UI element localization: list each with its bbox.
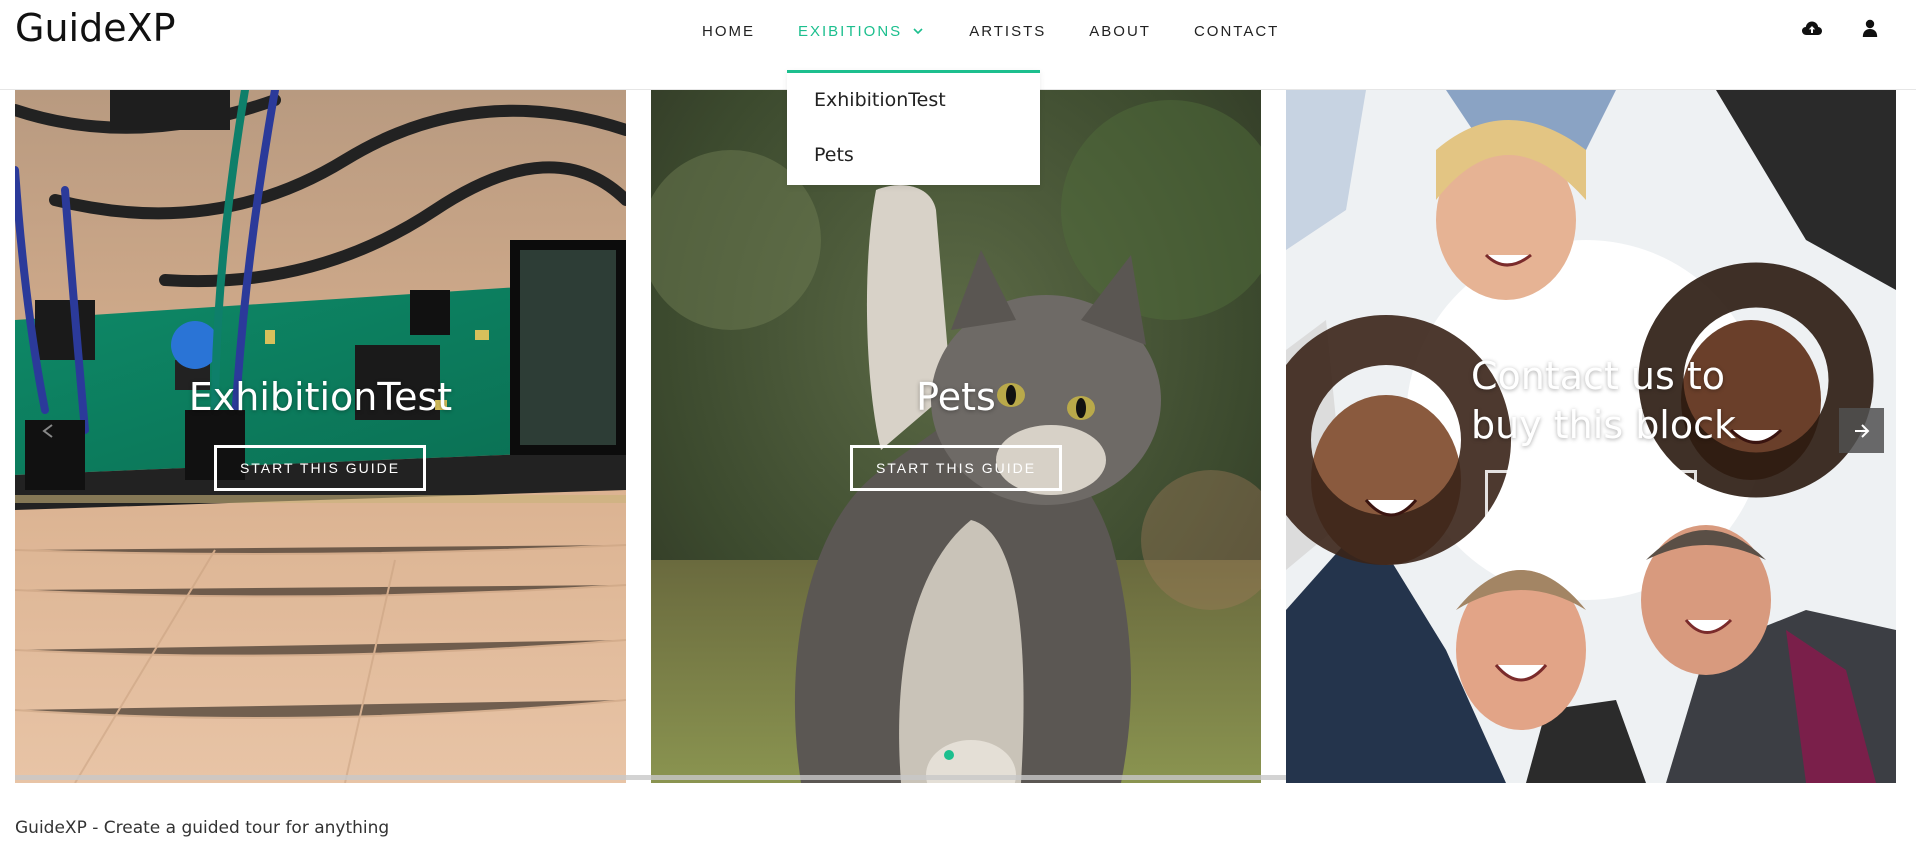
cloud-upload-icon[interactable] <box>1800 16 1824 40</box>
circuit-board-image <box>15 90 626 783</box>
slide-pets[interactable]: Pets START THIS GUIDE <box>651 90 1261 783</box>
start-guide-button[interactable]: START THIS GUIDE <box>1485 470 1697 516</box>
slider-dot-active[interactable] <box>944 750 954 760</box>
slide-title: ExhibitionTest <box>188 375 453 419</box>
dropdown-item-exhibitiontest[interactable]: ExhibitionTest <box>787 73 1040 127</box>
start-guide-button[interactable]: START THIS GUIDE <box>214 445 426 491</box>
kitten-image <box>651 90 1261 783</box>
start-guide-button[interactable]: START THIS GUIDE <box>850 445 1062 491</box>
slide-title: Contact us to buy this block <box>1471 354 1737 447</box>
site-logo[interactable]: GuideXP <box>15 6 176 50</box>
nav-exhibitions-label: EXIBITIONS <box>798 22 903 40</box>
nav-artists[interactable]: ARTISTS <box>969 21 1046 41</box>
slide-contact-us[interactable]: Contact us to buy this block START THIS … <box>1286 90 1896 783</box>
slide-title: Pets <box>916 375 996 419</box>
slide-exhibitiontest[interactable]: ExhibitionTest START THIS GUIDE <box>15 90 626 783</box>
footer-tagline: GuideXP - Create a guided tour for anyth… <box>15 818 390 838</box>
main-nav: HOME EXIBITIONS ARTISTS ABOUT CONTACT <box>702 21 1322 41</box>
nav-exhibitions[interactable]: EXIBITIONS <box>798 21 926 41</box>
nav-contact[interactable]: CONTACT <box>1194 21 1279 41</box>
arrow-right-icon[interactable] <box>1839 408 1884 453</box>
exhibitions-dropdown: ExhibitionTest Pets <box>787 70 1040 185</box>
nav-about[interactable]: ABOUT <box>1089 21 1151 41</box>
arrow-left-icon[interactable] <box>37 420 59 442</box>
slider-progress-track <box>15 775 1286 780</box>
dropdown-item-pets[interactable]: Pets <box>787 127 1040 183</box>
chevron-down-icon <box>910 23 926 39</box>
exhibition-slider: ExhibitionTest START THIS GUIDE Pets STA… <box>15 90 1896 783</box>
user-icon[interactable] <box>1858 16 1882 40</box>
header-actions <box>1766 16 1882 40</box>
nav-home[interactable]: HOME <box>702 21 755 41</box>
